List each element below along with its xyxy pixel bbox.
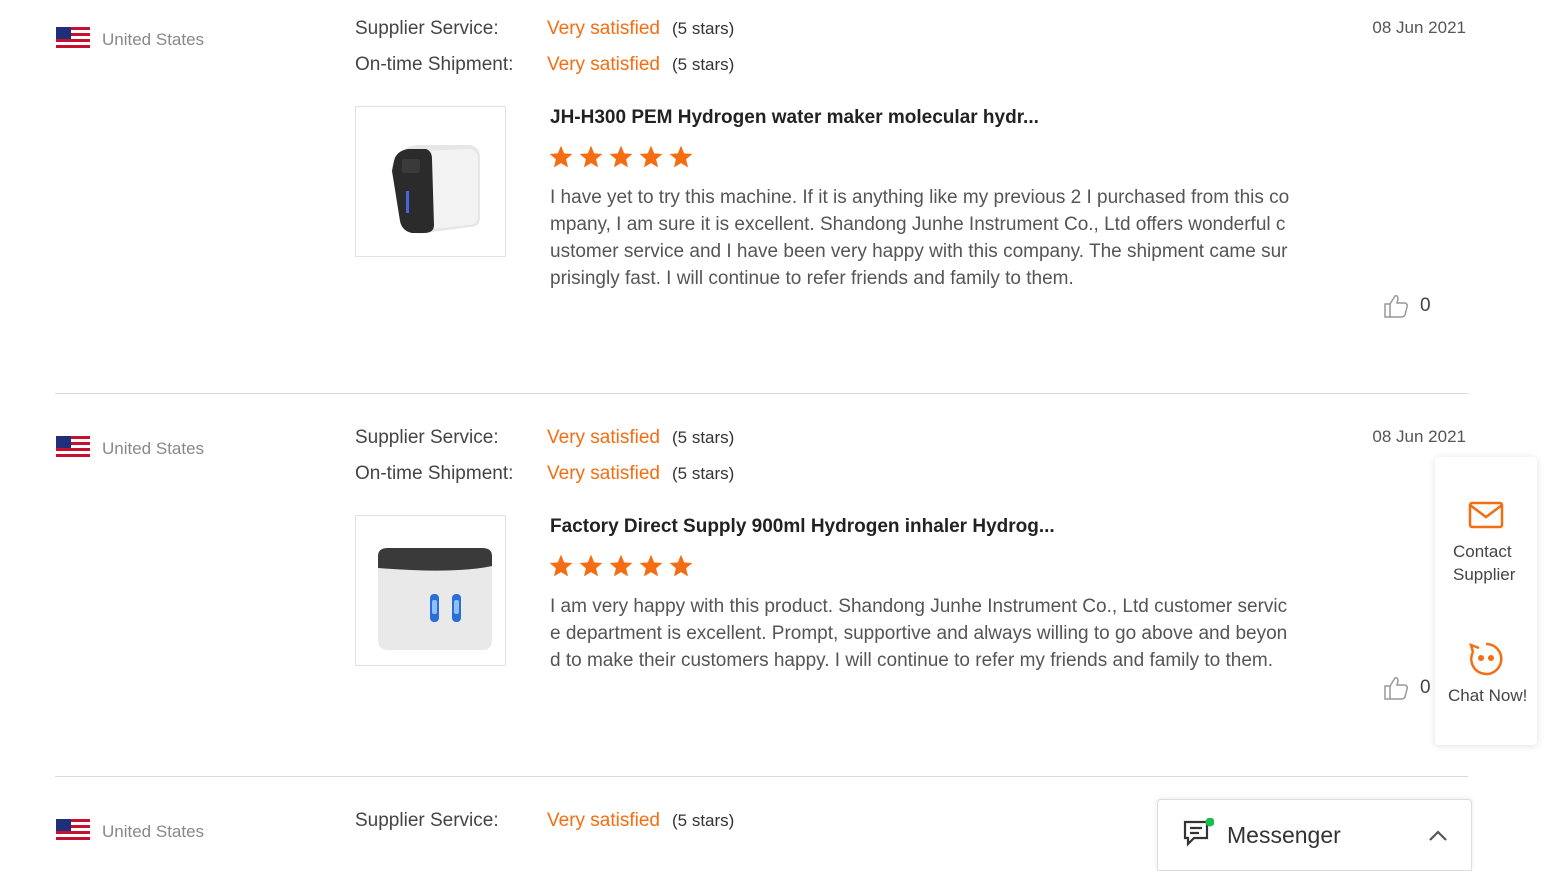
review-divider (55, 393, 1468, 394)
thumbs-up-icon (1384, 677, 1408, 700)
chat-face-icon (1469, 642, 1503, 676)
review-stars (548, 553, 694, 579)
star-icon (639, 554, 663, 577)
rating-label: On-time Shipment: (355, 463, 514, 484)
rating-label: Supplier Service: (355, 18, 499, 39)
rating-stars-text: (5 stars) (672, 19, 735, 38)
chat-now-label: Chat Now! (1448, 686, 1528, 705)
us-flag-icon (56, 27, 90, 51)
us-flag-icon (56, 819, 90, 843)
like-count: 0 (1420, 295, 1431, 316)
chevron-up-icon[interactable] (1428, 830, 1448, 842)
review-date: 08 Jun 2021 (1372, 427, 1466, 446)
hydrogen-inhaler-image (378, 548, 492, 650)
rating-stars-text: (5 stars) (672, 811, 735, 830)
reviewer-country: United States (102, 30, 205, 49)
product-thumbnail[interactable] (355, 515, 506, 666)
review-divider (55, 776, 1468, 777)
rating-value: Very satisfied (547, 810, 660, 831)
star-icon (639, 145, 663, 168)
shipment-rating: On-time Shipment: Very satisfied (5 stars) (355, 54, 734, 76)
star-icon (549, 145, 573, 168)
mail-icon (1468, 501, 1504, 529)
like-count: 0 (1420, 677, 1431, 698)
supplier-service-rating: Supplier Service: Very satisfied (5 stars) (355, 427, 734, 449)
star-icon (669, 145, 693, 168)
thumbs-up-icon (1384, 295, 1408, 318)
chat-now-button[interactable]: Chat Now! (1435, 641, 1537, 711)
rating-label: On-time Shipment: (355, 54, 514, 75)
message-icon (1183, 818, 1214, 847)
rating-stars-text: (5 stars) (672, 464, 735, 483)
rating-label: Supplier Service: (355, 810, 499, 831)
star-icon (609, 145, 633, 168)
rating-value: Very satisfied (547, 463, 660, 484)
like-button[interactable]: 0 (1382, 674, 1431, 702)
rating-label: Supplier Service: (355, 427, 499, 448)
supplier-service-rating: Supplier Service: Very satisfied (5 stars) (355, 810, 734, 832)
product-title[interactable]: Factory Direct Supply 900ml Hydrogen inh… (550, 516, 1055, 538)
messenger-title: Messenger (1227, 822, 1341, 848)
star-icon (669, 554, 693, 577)
contact-supplier-button[interactable]: Contact Supplier (1435, 497, 1537, 607)
product-title[interactable]: JH-H300 PEM Hydrogen water maker molecul… (550, 107, 1039, 129)
rating-stars-text: (5 stars) (672, 55, 735, 74)
like-button[interactable]: 0 (1382, 292, 1431, 320)
star-icon (549, 554, 573, 577)
star-icon (579, 145, 603, 168)
star-icon (579, 554, 603, 577)
supplier-service-rating: Supplier Service: Very satisfied (5 stars) (355, 18, 734, 40)
shipment-rating: On-time Shipment: Very satisfied (5 stars) (355, 463, 734, 485)
star-icon (609, 554, 633, 577)
reviewer-country: United States (102, 822, 205, 841)
hydrogen-water-maker-image (391, 145, 480, 234)
contact-supplier-label: Contact Supplier (1453, 542, 1516, 584)
rating-value: Very satisfied (547, 54, 660, 75)
review-date: 08 Jun 2021 (1372, 18, 1466, 37)
us-flag-icon (56, 436, 90, 460)
messenger-bar[interactable]: Messenger (1157, 799, 1472, 871)
review-stars (548, 144, 694, 170)
rating-value: Very satisfied (547, 427, 660, 448)
review-text: I have yet to try this machine. If it is… (550, 187, 1290, 289)
rating-stars-text: (5 stars) (672, 428, 735, 447)
product-thumbnail[interactable] (355, 106, 506, 257)
contact-side-panel: Contact Supplier Chat Now! (1435, 457, 1537, 745)
review-text: I am very happy with this product. Shand… (550, 596, 1288, 671)
reviewer-country: United States (102, 439, 205, 458)
rating-value: Very satisfied (547, 18, 660, 39)
